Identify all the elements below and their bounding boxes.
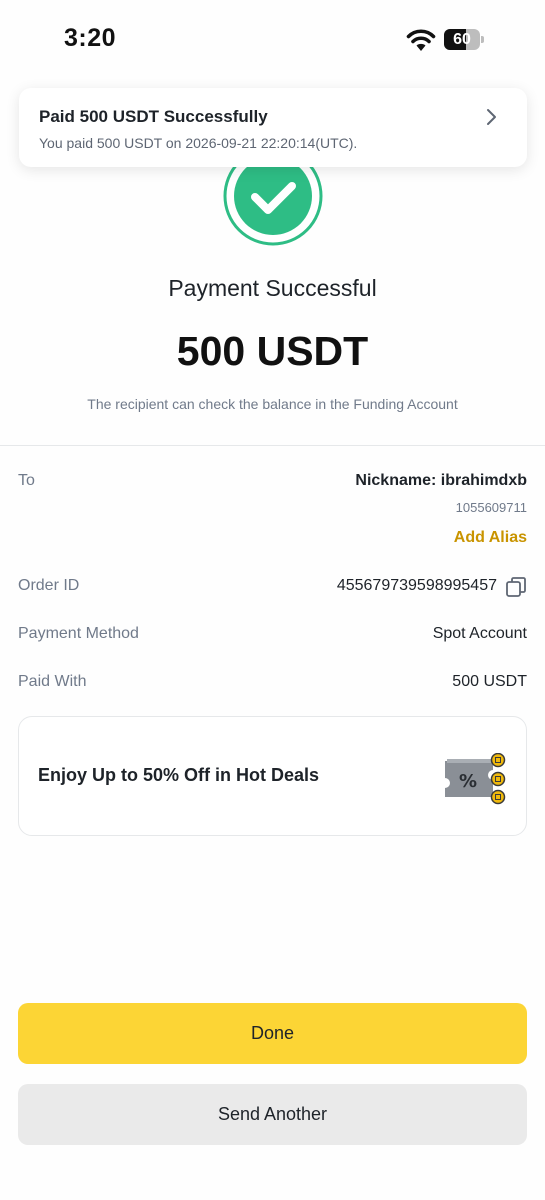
discount-coupon-icon: % bbox=[445, 753, 506, 805]
toast-message: You paid 500 USDT on 2026-09-21 22:20:14… bbox=[39, 135, 358, 151]
payment-method-value: Spot Account bbox=[432, 625, 527, 642]
payment-title: Payment Successful bbox=[168, 275, 377, 301]
send-another-button[interactable]: Send Another bbox=[18, 1084, 527, 1145]
chevron-right-icon[interactable] bbox=[486, 108, 498, 126]
to-label: To bbox=[18, 472, 35, 489]
svg-text:%: % bbox=[459, 771, 477, 792]
paid-with-label: Paid With bbox=[18, 673, 87, 690]
payment-method-label: Payment Method bbox=[18, 625, 139, 642]
status-time: 3:20 bbox=[64, 24, 117, 52]
order-id-value: 455679739598995457 bbox=[336, 577, 497, 594]
promo-text: Enjoy Up to 50% Off in Hot Deals bbox=[38, 765, 320, 785]
battery-level: 60 bbox=[453, 31, 471, 48]
wifi-icon bbox=[406, 29, 436, 51]
done-button[interactable]: Done bbox=[18, 1003, 527, 1064]
paid-with-value: 500 USDT bbox=[452, 673, 527, 690]
order-id-label: Order ID bbox=[18, 577, 80, 594]
add-alias-link[interactable]: Add Alias bbox=[454, 529, 527, 547]
promo-banner[interactable]: Enjoy Up to 50% Off in Hot Deals % bbox=[18, 716, 527, 836]
copy-icon[interactable] bbox=[505, 576, 527, 598]
recipient-nickname: Nickname: ibrahimdxb bbox=[355, 472, 527, 489]
toast-title: Paid 500 USDT Successfully bbox=[39, 107, 268, 126]
payment-toast[interactable]: Paid 500 USDT Successfully You paid 500 … bbox=[19, 88, 527, 167]
payment-note: The recipient can check the balance in t… bbox=[87, 396, 458, 412]
battery-icon: 60 bbox=[444, 29, 484, 50]
payment-amount: 500 USDT bbox=[176, 328, 369, 374]
section-divider bbox=[0, 445, 545, 446]
recipient-id: 1055609711 bbox=[455, 500, 527, 515]
status-bar: 3:20 60 bbox=[0, 0, 545, 80]
